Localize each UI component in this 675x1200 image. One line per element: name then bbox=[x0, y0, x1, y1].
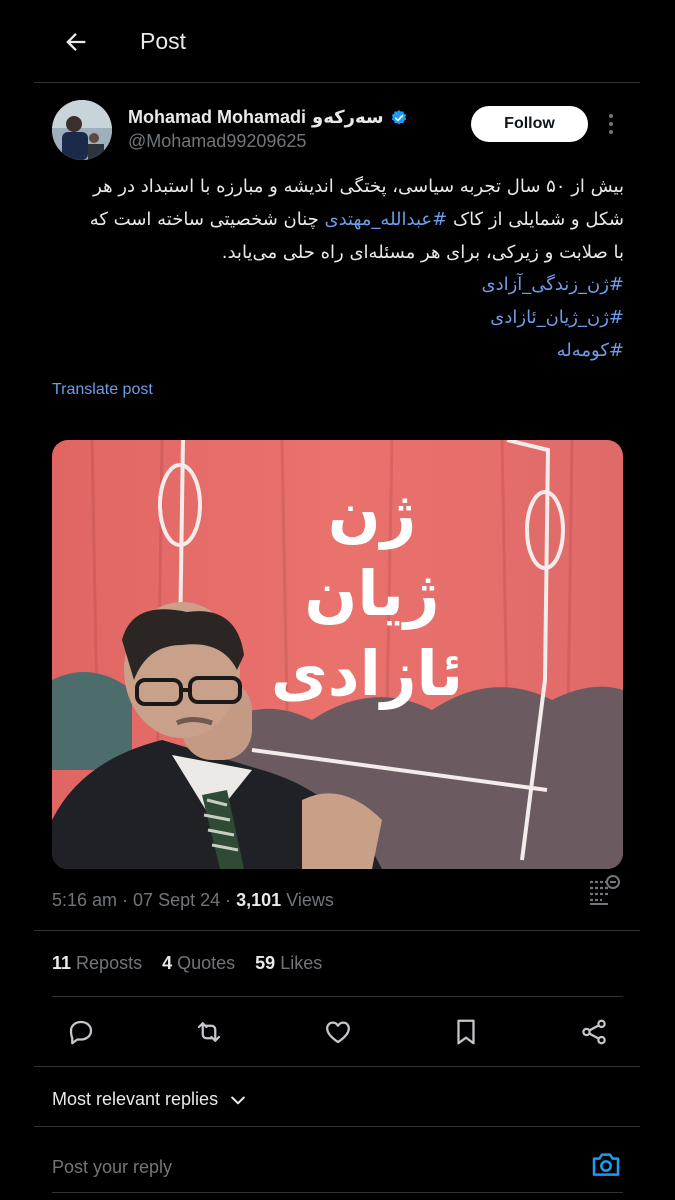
reply-input[interactable] bbox=[52, 1152, 572, 1182]
author-name-suffix: سەرکەو bbox=[312, 107, 384, 128]
reply-icon bbox=[69, 1020, 93, 1045]
hashtag-link[interactable]: #ژن_زندگی_آزادی bbox=[52, 268, 624, 301]
hashtag-link[interactable]: #کومەلە bbox=[52, 334, 624, 367]
author-name[interactable]: Mohamad Mohamadi bbox=[128, 107, 306, 128]
camera-icon bbox=[592, 1153, 620, 1176]
share-icon bbox=[582, 1019, 606, 1045]
reply-divider bbox=[52, 1192, 623, 1193]
back-button[interactable] bbox=[58, 24, 94, 60]
camera-button[interactable] bbox=[588, 1146, 624, 1182]
stats-divider bbox=[52, 996, 623, 997]
post-photo: ژن ژیان ئازادی bbox=[52, 440, 623, 869]
quotes-stat[interactable]: 4 Quotes bbox=[162, 953, 235, 974]
post-line-2-end: چنان شخصیتی ساخته است که bbox=[89, 209, 325, 230]
bookmark-button[interactable] bbox=[437, 1010, 495, 1054]
page-title: Post bbox=[140, 28, 187, 54]
banner-line-1: ژن bbox=[328, 477, 417, 550]
post-meta: 5:16 am · 07 Sept 24 · 3,101 Views bbox=[52, 890, 334, 910]
verified-badge-icon bbox=[391, 109, 406, 124]
bookmark-icon bbox=[457, 1019, 475, 1045]
header-divider bbox=[34, 82, 640, 83]
author-handle[interactable]: @Mohamad99209625 bbox=[128, 131, 306, 152]
avatar-photo bbox=[52, 100, 112, 160]
post-line-1: بیش از ۵۰ سال تجربه سیاسی، پختگی اندیشه … bbox=[93, 176, 624, 197]
likes-stat[interactable]: 59 Likes bbox=[255, 953, 322, 974]
sort-divider bbox=[34, 1126, 640, 1127]
replies-sort-dropdown[interactable]: Most relevant replies bbox=[52, 1089, 248, 1110]
replies-sort-label: Most relevant replies bbox=[52, 1089, 219, 1109]
chevron-down-icon bbox=[231, 1096, 245, 1104]
avatar[interactable] bbox=[52, 100, 112, 160]
views-label: Views bbox=[286, 890, 334, 910]
translate-post-link[interactable]: Translate post bbox=[52, 381, 153, 399]
banner-line-3: ئازادی bbox=[271, 637, 463, 710]
banner-line-2: ژیان bbox=[304, 557, 439, 630]
reply-button[interactable] bbox=[52, 1010, 110, 1054]
post-text: بیش از ۵۰ سال تجربه سیاسی، پختگی اندیشه … bbox=[52, 170, 624, 269]
analytics-icon[interactable] bbox=[586, 874, 622, 910]
reposts-stat[interactable]: 11 Reposts bbox=[52, 953, 142, 974]
like-button[interactable] bbox=[309, 1010, 367, 1054]
repost-button[interactable] bbox=[180, 1010, 238, 1054]
meta-divider bbox=[34, 930, 640, 931]
post-time: 5:16 am bbox=[52, 890, 118, 910]
hashtag-mention[interactable]: #عبدالله_مهتدی bbox=[325, 209, 448, 230]
arrow-left-icon bbox=[66, 33, 86, 51]
post-image[interactable]: ژن ژیان ئازادی bbox=[52, 440, 623, 869]
author-name-row[interactable]: Mohamad Mohamadi سەرکەو bbox=[128, 107, 408, 128]
views-count: 3,101 bbox=[236, 890, 282, 910]
heart-icon bbox=[325, 1021, 350, 1044]
repost-icon bbox=[198, 1022, 221, 1042]
post-date: 07 Sept 24 bbox=[133, 890, 221, 910]
share-button[interactable] bbox=[565, 1010, 623, 1054]
post-line-2-start: شکل و شمایلی از کاک bbox=[447, 209, 624, 230]
engagement-stats: 11 Reposts 4 Quotes 59 Likes bbox=[52, 953, 322, 974]
follow-button[interactable]: Follow bbox=[471, 106, 588, 142]
actions-divider bbox=[34, 1066, 640, 1067]
hashtag-link[interactable]: #ژن_ژیان_ئازادی bbox=[52, 301, 624, 334]
post-line-2: شکل و شمایلی از کاک #عبدالله_مهتدی چنان … bbox=[52, 203, 624, 236]
hashtag-list: #ژن_زندگی_آزادی #ژن_ژیان_ئازادی #کومەلە bbox=[52, 268, 624, 367]
more-options-icon[interactable] bbox=[600, 110, 622, 138]
post-line-3: با صلابت و زیرکی، برای هر مسئله‌ای راه ح… bbox=[221, 242, 624, 263]
action-bar bbox=[52, 1010, 623, 1054]
